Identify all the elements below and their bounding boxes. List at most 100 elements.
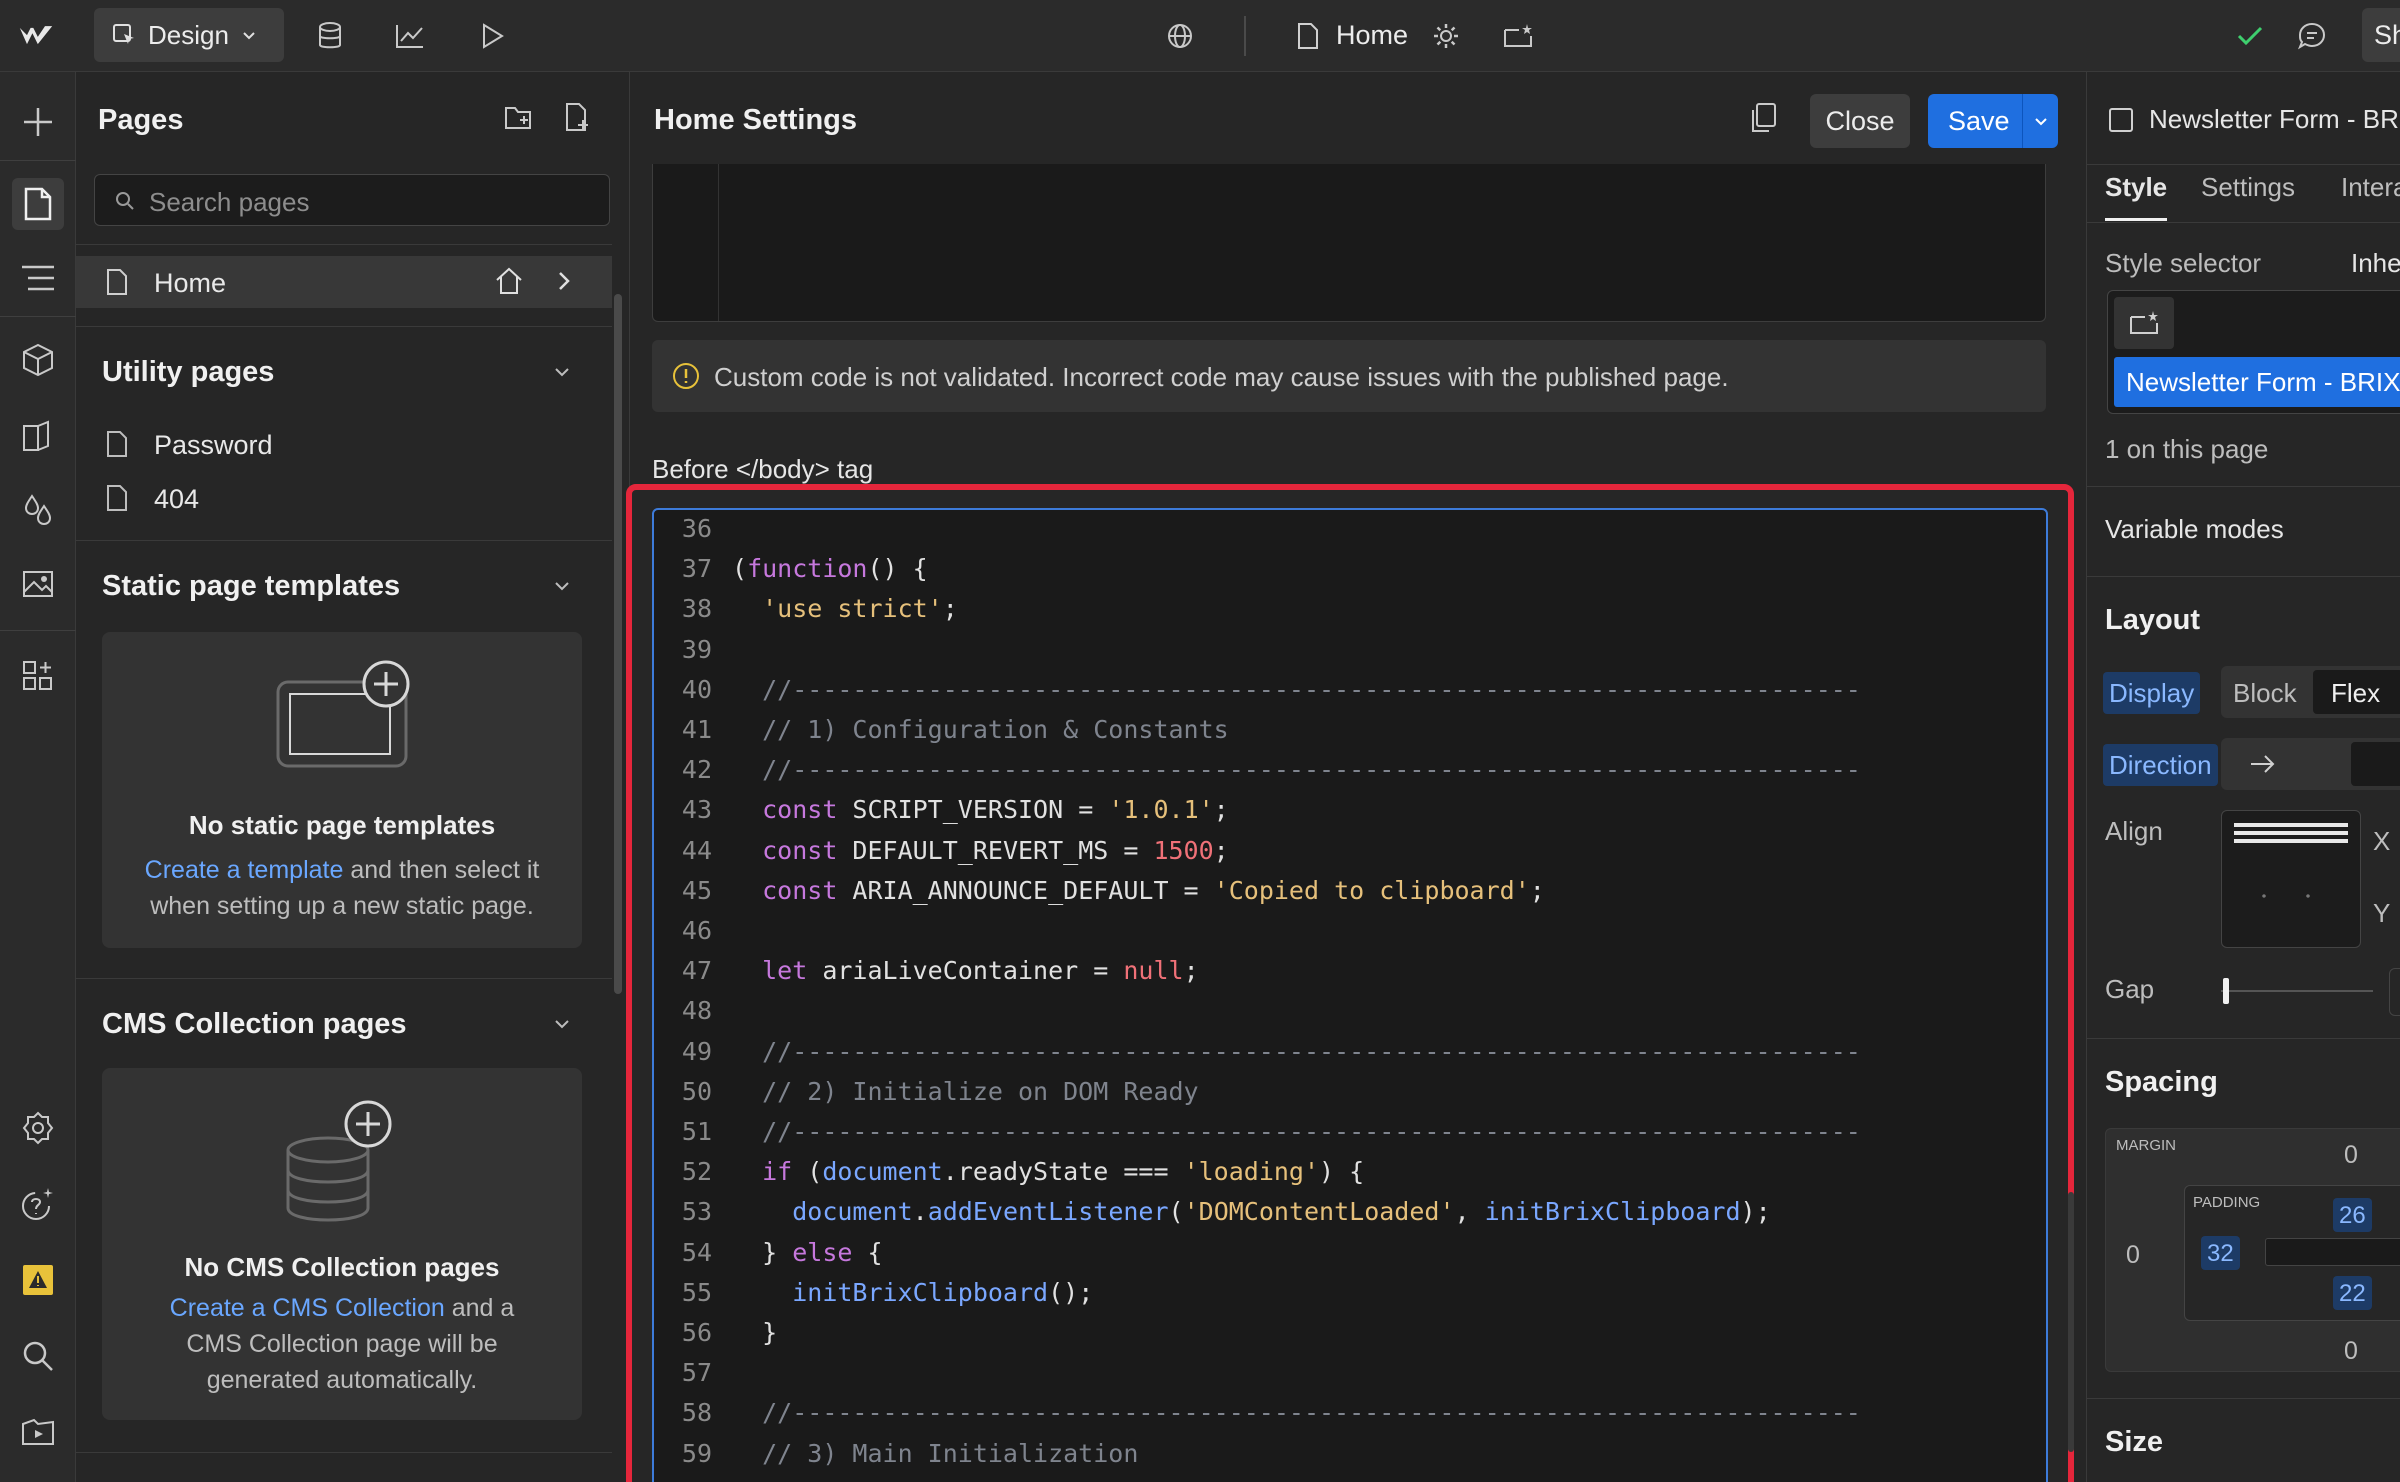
line-number: 43: [681, 795, 712, 825]
help-ai-icon[interactable]: [16, 1182, 60, 1226]
search-pages-input[interactable]: Search pages: [94, 174, 610, 226]
arrow-right-icon[interactable]: [2249, 754, 2277, 774]
copy-icon[interactable]: [1748, 102, 1778, 134]
database-icon[interactable]: [312, 18, 348, 54]
divider: [76, 978, 612, 979]
tab-settings[interactable]: Settings: [2201, 172, 2295, 203]
code-line: //--------------------------------------…: [762, 1398, 1861, 1428]
play-preview-icon[interactable]: [474, 18, 510, 54]
tab-interactions[interactable]: Intera: [2341, 172, 2400, 203]
site-settings-icon[interactable]: [16, 1106, 60, 1150]
padding-top-value[interactable]: 26: [2333, 1198, 2372, 1232]
chevron-down-icon[interactable]: [550, 574, 578, 602]
head-code-editor[interactable]: [652, 164, 2046, 322]
analytics-icon[interactable]: [392, 18, 428, 54]
video-tutorials-icon[interactable]: [16, 1410, 60, 1454]
settings-title: Home Settings: [654, 104, 858, 136]
design-mode-label: Design: [148, 19, 229, 50]
code-line: } else {: [732, 1237, 883, 1267]
chevron-down-icon[interactable]: [550, 1012, 578, 1040]
display-block-option[interactable]: Block: [2233, 678, 2297, 709]
direction-label[interactable]: Direction: [2103, 744, 2218, 786]
selector-chip[interactable]: Newsletter Form - BRIX: [2114, 357, 2400, 407]
line-number: 47: [681, 956, 712, 986]
gap-input[interactable]: [2389, 968, 2400, 1016]
utility-pages-heading: Utility pages: [102, 356, 275, 388]
design-mode-button[interactable]: Design: [94, 8, 284, 62]
page-settings-gear-icon[interactable]: [1428, 18, 1464, 54]
save-options-chevron-icon[interactable]: [2022, 94, 2058, 148]
display-label[interactable]: Display: [2103, 672, 2201, 714]
before-body-label: Before </body> tag: [652, 454, 874, 484]
variables-drops-icon[interactable]: [16, 488, 60, 532]
pages-icon[interactable]: [12, 178, 64, 230]
warning-circle-icon: [672, 362, 700, 390]
globe-icon[interactable]: [1162, 18, 1198, 54]
code-line: document.addEventListener('DOMContentLoa…: [792, 1197, 1771, 1227]
close-button[interactable]: Close: [1810, 94, 1910, 148]
align-grid[interactable]: [2221, 810, 2361, 948]
settings-scrollbar[interactable]: [2068, 1192, 2074, 1452]
components-cube-icon[interactable]: [16, 338, 60, 382]
create-template-link[interactable]: Create a template: [145, 856, 344, 884]
cms-empty-card: No CMS Collection pages Create a CMS Col…: [102, 1068, 582, 1420]
page-name: Password: [154, 430, 273, 460]
align-y-label: Y: [2373, 898, 2391, 928]
style-selector-label: Style selector: [2105, 248, 2262, 278]
page-settings-panel: Home Settings Close Save Custom code is …: [626, 72, 2086, 1482]
margin-left-value[interactable]: 0: [2126, 1241, 2140, 1270]
gap-slider-track[interactable]: [2221, 990, 2373, 992]
share-button[interactable]: Sh: [2362, 8, 2400, 62]
new-folder-icon[interactable]: [504, 104, 532, 132]
chevron-down-icon[interactable]: [550, 360, 578, 388]
search-icon[interactable]: [16, 1334, 60, 1378]
margin-bottom-value[interactable]: 0: [2344, 1337, 2358, 1366]
assets-image-icon[interactable]: [16, 562, 60, 606]
apps-icon[interactable]: [16, 654, 60, 698]
new-page-icon[interactable]: [564, 102, 592, 131]
webflow-logo-icon[interactable]: [18, 18, 54, 54]
padding-bottom-value[interactable]: 22: [2333, 1276, 2372, 1310]
checkmark-icon: [2232, 18, 2268, 54]
line-number: 42: [681, 755, 712, 785]
before-body-code-editor[interactable]: 36 37 (function() {38 'use strict'; 39 40 //…: [652, 508, 2048, 1482]
page-row-password[interactable]: Password: [76, 418, 612, 470]
display-segmented-control: Block Flex: [2221, 666, 2400, 718]
warning-audit-icon[interactable]: [16, 1258, 60, 1302]
chevron-right-icon[interactable]: [556, 270, 572, 292]
display-flex-option[interactable]: Flex: [2331, 678, 2380, 709]
code-line: //--------------------------------------…: [762, 1036, 1861, 1066]
add-element-icon[interactable]: [16, 100, 60, 144]
libraries-icon[interactable]: [16, 414, 60, 458]
margin-top-value[interactable]: 0: [2344, 1141, 2358, 1170]
navigator-icon[interactable]: [16, 256, 60, 300]
tab-style[interactable]: Style: [2105, 172, 2167, 203]
rail-divider: [0, 160, 76, 161]
comment-icon[interactable]: [2294, 18, 2330, 54]
line-number: 38: [681, 594, 712, 624]
page-row-home[interactable]: Home: [76, 256, 612, 308]
margin-label: MARGIN: [2116, 1137, 2176, 1154]
variable-modes-label[interactable]: Variable modes: [2105, 514, 2284, 545]
element-checkbox[interactable]: [2109, 108, 2133, 132]
component-icon[interactable]: [1500, 18, 1536, 54]
pages-scrollbar[interactable]: [614, 294, 622, 994]
content-box: [2265, 1238, 2400, 1266]
line-number: 55: [681, 1277, 712, 1307]
selector-field[interactable]: Newsletter Form - BRIX: [2107, 290, 2400, 414]
padding-left-value[interactable]: 32: [2201, 1236, 2240, 1270]
page-row-404[interactable]: 404: [76, 472, 612, 524]
cursor-icon: [112, 23, 136, 47]
page-icon: [106, 268, 130, 296]
current-page-selector[interactable]: Home: [1336, 20, 1408, 51]
inheritance-label[interactable]: Inhe: [2351, 248, 2400, 279]
desc-part: generated automatically.: [206, 1366, 478, 1394]
cms-pages-heading: CMS Collection pages: [102, 1008, 407, 1040]
add-collection-illustration-icon: [278, 1098, 398, 1228]
gap-slider-handle[interactable]: [2223, 978, 2229, 1004]
line-number: 45: [681, 875, 712, 905]
code-line: //--------------------------------------…: [762, 674, 1861, 704]
create-collection-link[interactable]: Create a CMS Collection: [170, 1294, 445, 1322]
code-line: //--------------------------------------…: [762, 755, 1861, 785]
warning-text: Custom code is not validated. Incorrect …: [714, 362, 1729, 392]
